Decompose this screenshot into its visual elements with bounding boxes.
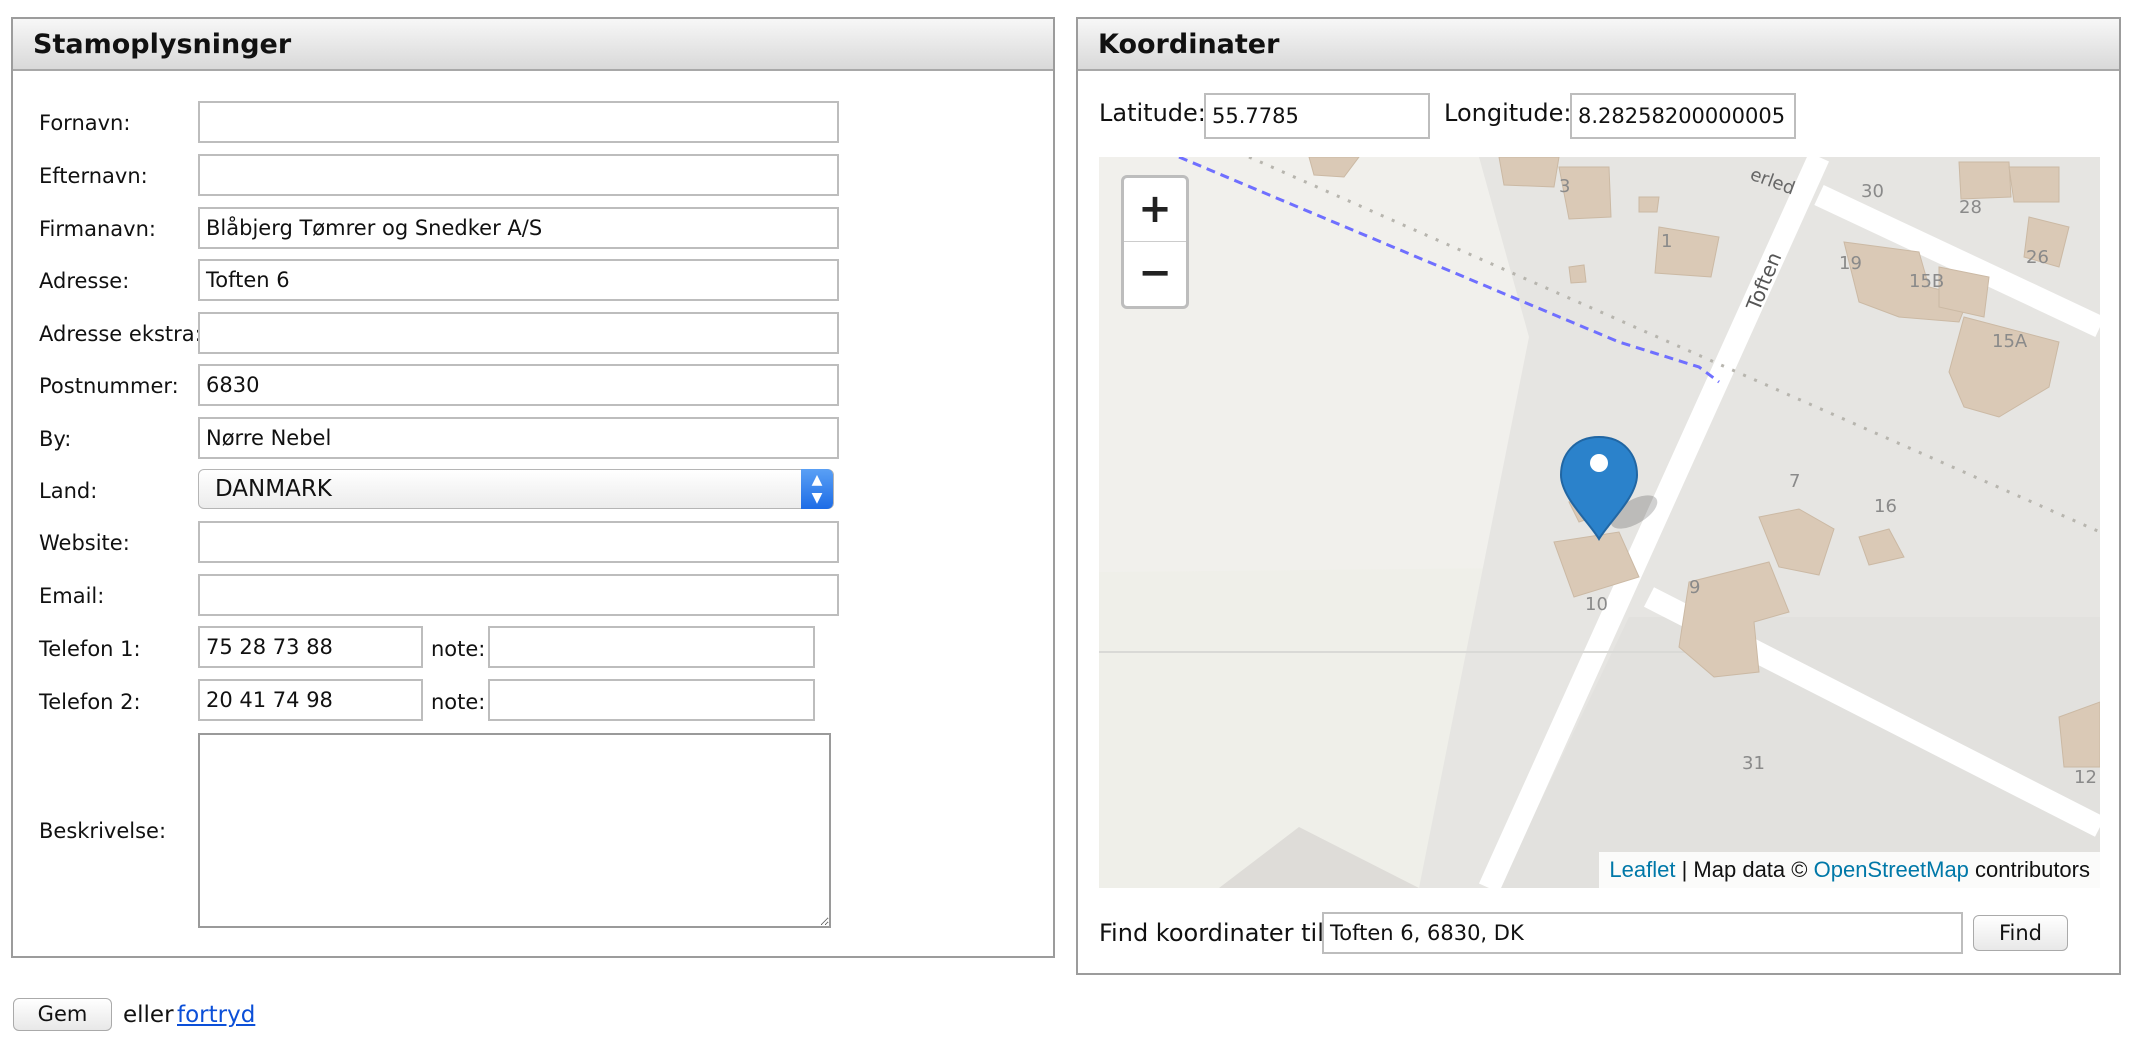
zoom-out-button[interactable]: − xyxy=(1124,242,1186,306)
land-select-value: DANMARK xyxy=(215,476,332,502)
postnummer-input[interactable]: 6830 xyxy=(198,364,839,406)
find-input[interactable]: Toften 6, 6830, DK xyxy=(1322,912,1963,954)
telefon1-label: Telefon 1: xyxy=(39,637,141,661)
map-label-19: 19 xyxy=(1839,253,1862,274)
telefon1-input[interactable]: 75 28 73 88 xyxy=(198,626,423,668)
land-label: Land: xyxy=(39,479,98,503)
telefon2-label: Telefon 2: xyxy=(39,690,141,714)
koordinater-panel: Koordinater Latitude: 55.7785 Longitude:… xyxy=(1076,17,2121,975)
stamoplysninger-panel: Stamoplysninger Fornavn: Efternavn: Firm… xyxy=(11,17,1055,958)
telefon1-note-label: note: xyxy=(431,637,486,661)
map-label-26: 26 xyxy=(2026,247,2049,268)
adresse-ekstra-input[interactable] xyxy=(198,312,839,354)
website-label: Website: xyxy=(39,531,130,555)
telefon1-note-input[interactable] xyxy=(488,626,815,668)
find-button[interactable]: Find xyxy=(1973,915,2068,951)
leaflet-link[interactable]: Leaflet xyxy=(1609,857,1675,882)
map-label-30: 30 xyxy=(1861,181,1884,202)
koordinater-title: Koordinater xyxy=(1078,19,2119,71)
longitude-input[interactable]: 8.28258200000005 xyxy=(1570,93,1796,139)
attribution-tail: contributors xyxy=(1975,857,2090,882)
map-label-7: 7 xyxy=(1789,471,1800,492)
fornavn-input[interactable] xyxy=(198,101,839,143)
latitude-label: Latitude: xyxy=(1099,99,1206,127)
stamoplysninger-title: Stamoplysninger xyxy=(13,19,1053,71)
efternavn-label: Efternavn: xyxy=(39,164,148,188)
find-label: Find koordinater til: xyxy=(1099,919,1332,947)
telefon2-note-input[interactable] xyxy=(488,679,815,721)
map-label-9: 9 xyxy=(1689,577,1700,598)
map-attribution: Leaflet | Map data © OpenStreetMap contr… xyxy=(1599,852,2100,888)
map-label-15b: 15B xyxy=(1909,271,1944,292)
cancel-link[interactable]: fortryd xyxy=(177,1002,255,1028)
email-label: Email: xyxy=(39,584,105,608)
website-input[interactable] xyxy=(198,521,839,563)
longitude-label: Longitude: xyxy=(1444,99,1572,127)
firmanavn-input[interactable]: Blåbjerg Tømrer og Snedker A/S xyxy=(198,207,839,249)
map-label-10: 10 xyxy=(1585,594,1608,615)
select-arrows-icon: ▲ ▼ xyxy=(801,469,833,509)
email-input[interactable] xyxy=(198,574,839,616)
or-text: eller xyxy=(123,1002,174,1028)
map-label-15a: 15A xyxy=(1992,331,2028,352)
firmanavn-label: Firmanavn: xyxy=(39,217,156,241)
attribution-separator: | Map data © xyxy=(1681,857,1808,882)
beskrivelse-label: Beskrivelse: xyxy=(39,819,167,843)
zoom-control: + − xyxy=(1121,175,1189,309)
map-label-16: 16 xyxy=(1874,496,1897,517)
by-label: By: xyxy=(39,427,72,451)
save-button[interactable]: Gem xyxy=(13,998,112,1031)
map-label-12: 12 xyxy=(2074,767,2097,788)
adresse-ekstra-label: Adresse ekstra: xyxy=(39,322,202,346)
map-tiles: 3 1 30 28 26 19 15B 15A 7 16 9 10 31 12 … xyxy=(1099,157,2100,888)
map-label-1: 1 xyxy=(1661,231,1672,252)
map-view[interactable]: 3 1 30 28 26 19 15B 15A 7 16 9 10 31 12 … xyxy=(1099,157,2100,888)
land-select[interactable]: DANMARK ▲ ▼ xyxy=(198,469,834,509)
map-label-28: 28 xyxy=(1959,197,1982,218)
telefon2-input[interactable]: 20 41 74 98 xyxy=(198,679,423,721)
map-label-31: 31 xyxy=(1742,753,1765,774)
adresse-label: Adresse: xyxy=(39,269,130,293)
adresse-input[interactable]: Toften 6 xyxy=(198,259,839,301)
map-label-3: 3 xyxy=(1559,176,1570,197)
latitude-input[interactable]: 55.7785 xyxy=(1204,93,1430,139)
beskrivelse-textarea[interactable] xyxy=(198,733,831,928)
openstreetmap-link[interactable]: OpenStreetMap xyxy=(1814,857,1969,882)
efternavn-input[interactable] xyxy=(198,154,839,196)
fornavn-label: Fornavn: xyxy=(39,111,131,135)
postnummer-label: Postnummer: xyxy=(39,374,179,398)
zoom-in-button[interactable]: + xyxy=(1124,178,1186,242)
telefon2-note-label: note: xyxy=(431,690,486,714)
by-input[interactable]: Nørre Nebel xyxy=(198,417,839,459)
